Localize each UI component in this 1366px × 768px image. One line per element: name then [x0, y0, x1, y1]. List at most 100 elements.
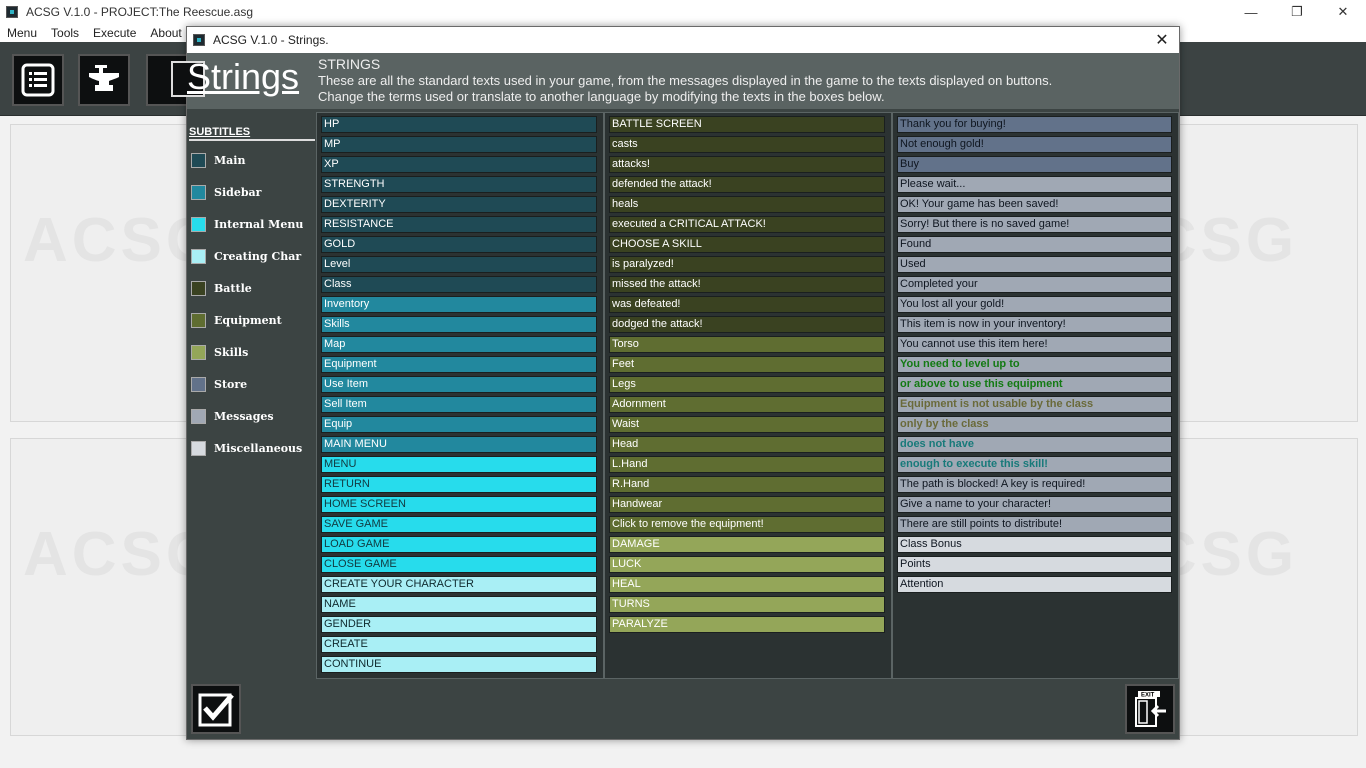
string-input[interactable]: Found: [897, 236, 1172, 253]
string-input[interactable]: MAIN MENU: [321, 436, 597, 453]
string-input[interactable]: Sell Item: [321, 396, 597, 413]
minimize-button[interactable]: —: [1228, 0, 1274, 24]
string-input[interactable]: Torso: [609, 336, 885, 353]
string-input[interactable]: Adornment: [609, 396, 885, 413]
main-window-title: ACSG V.1.0 - PROJECT:The Reescue.asg: [26, 5, 253, 19]
menu-execute[interactable]: Execute: [86, 24, 143, 42]
list-tool-button[interactable]: [12, 54, 64, 106]
string-input[interactable]: BATTLE SCREEN: [609, 116, 885, 133]
string-input[interactable]: There are still points to distribute!: [897, 516, 1172, 533]
confirm-button[interactable]: [191, 684, 241, 734]
header-description-line2: Change the terms used or translate to an…: [318, 89, 885, 104]
string-input[interactable]: MENU: [321, 456, 597, 473]
string-input[interactable]: NAME: [321, 596, 597, 613]
header-heading: STRINGS: [318, 56, 381, 72]
string-input[interactable]: MP: [321, 136, 597, 153]
string-input[interactable]: The path is blocked! A key is required!: [897, 476, 1172, 493]
dialog-titlebar: ACSG V.1.0 - Strings. ✕: [187, 27, 1179, 53]
string-input[interactable]: Class: [321, 276, 597, 293]
string-input[interactable]: STRENGTH: [321, 176, 597, 193]
string-input[interactable]: Buy: [897, 156, 1172, 173]
string-input[interactable]: Give a name to your character!: [897, 496, 1172, 513]
string-input[interactable]: Handwear: [609, 496, 885, 513]
string-input[interactable]: missed the attack!: [609, 276, 885, 293]
string-input[interactable]: Class Bonus: [897, 536, 1172, 553]
string-input[interactable]: Click to remove the equipment!: [609, 516, 885, 533]
string-input[interactable]: This item is now in your inventory!: [897, 316, 1172, 333]
string-input[interactable]: Not enough gold!: [897, 136, 1172, 153]
string-input[interactable]: Use Item: [321, 376, 597, 393]
string-input[interactable]: Thank you for buying!: [897, 116, 1172, 133]
string-input[interactable]: Legs: [609, 376, 885, 393]
anvil-tool-button[interactable]: [78, 54, 130, 106]
string-input[interactable]: Equipment is not usable by the class: [897, 396, 1172, 413]
string-input[interactable]: GOLD: [321, 236, 597, 253]
string-input[interactable]: Skills: [321, 316, 597, 333]
string-input[interactable]: You lost all your gold!: [897, 296, 1172, 313]
string-input[interactable]: CLOSE GAME: [321, 556, 597, 573]
string-input[interactable]: Map: [321, 336, 597, 353]
main-close-button[interactable]: ✕: [1320, 0, 1366, 24]
string-input[interactable]: RESISTANCE: [321, 216, 597, 233]
string-input[interactable]: L.Hand: [609, 456, 885, 473]
string-input[interactable]: CHOOSE A SKILL: [609, 236, 885, 253]
string-input[interactable]: Used: [897, 256, 1172, 273]
string-input[interactable]: LOAD GAME: [321, 536, 597, 553]
maximize-button[interactable]: ❐: [1274, 0, 1320, 24]
menu-about[interactable]: About: [143, 24, 188, 42]
string-input[interactable]: OK! Your game has been saved!: [897, 196, 1172, 213]
exit-door-icon: EXIT: [1135, 691, 1166, 727]
string-input[interactable]: DEXTERITY: [321, 196, 597, 213]
legend-item: Sidebar: [191, 184, 261, 200]
string-input[interactable]: Inventory: [321, 296, 597, 313]
string-input[interactable]: Head: [609, 436, 885, 453]
string-input[interactable]: is paralyzed!: [609, 256, 885, 273]
string-input[interactable]: Completed your: [897, 276, 1172, 293]
string-input[interactable]: was defeated!: [609, 296, 885, 313]
string-input[interactable]: only by the class: [897, 416, 1172, 433]
string-input[interactable]: PARALYZE: [609, 616, 885, 633]
strings-dialog: ACSG V.1.0 - Strings. ✕ Strings STRINGS …: [171, 26, 1180, 740]
menu-menu[interactable]: Menu: [0, 24, 44, 42]
string-input[interactable]: RETURN: [321, 476, 597, 493]
string-input[interactable]: SAVE GAME: [321, 516, 597, 533]
string-input[interactable]: HP: [321, 116, 597, 133]
string-input[interactable]: LUCK: [609, 556, 885, 573]
string-input[interactable]: HEAL: [609, 576, 885, 593]
string-input[interactable]: TURNS: [609, 596, 885, 613]
string-input[interactable]: XP: [321, 156, 597, 173]
string-input[interactable]: dodged the attack!: [609, 316, 885, 333]
string-input[interactable]: GENDER: [321, 616, 597, 633]
string-input[interactable]: or above to use this equipment: [897, 376, 1172, 393]
string-input[interactable]: R.Hand: [609, 476, 885, 493]
string-input[interactable]: CREATE: [321, 636, 597, 653]
string-input[interactable]: You cannot use this item here!: [897, 336, 1172, 353]
exit-button[interactable]: EXIT: [1125, 684, 1175, 734]
string-input[interactable]: Points: [897, 556, 1172, 573]
string-input[interactable]: Sorry! But there is no saved game!: [897, 216, 1172, 233]
string-input[interactable]: executed a CRITICAL ATTACK!: [609, 216, 885, 233]
string-input[interactable]: CONTINUE: [321, 656, 597, 673]
string-input[interactable]: Waist: [609, 416, 885, 433]
string-input[interactable]: heals: [609, 196, 885, 213]
string-input[interactable]: defended the attack!: [609, 176, 885, 193]
string-input[interactable]: Attention: [897, 576, 1172, 593]
dialog-close-button[interactable]: ✕: [1145, 27, 1179, 53]
legend-label: Skills: [214, 345, 249, 359]
string-input[interactable]: does not have: [897, 436, 1172, 453]
string-input[interactable]: DAMAGE: [609, 536, 885, 553]
string-input[interactable]: Equipment: [321, 356, 597, 373]
string-input[interactable]: You need to level up to: [897, 356, 1172, 373]
string-input[interactable]: Level: [321, 256, 597, 273]
string-input[interactable]: casts: [609, 136, 885, 153]
string-input[interactable]: enough to execute this skill!: [897, 456, 1172, 473]
string-input[interactable]: HOME SCREEN: [321, 496, 597, 513]
string-input[interactable]: CREATE YOUR CHARACTER: [321, 576, 597, 593]
string-input[interactable]: Please wait...: [897, 176, 1172, 193]
string-input[interactable]: attacks!: [609, 156, 885, 173]
string-input[interactable]: Feet: [609, 356, 885, 373]
legend-label: Miscellaneous: [214, 441, 303, 455]
menu-tools[interactable]: Tools: [44, 24, 86, 42]
legend-item: Skills: [191, 344, 248, 360]
string-input[interactable]: Equip: [321, 416, 597, 433]
